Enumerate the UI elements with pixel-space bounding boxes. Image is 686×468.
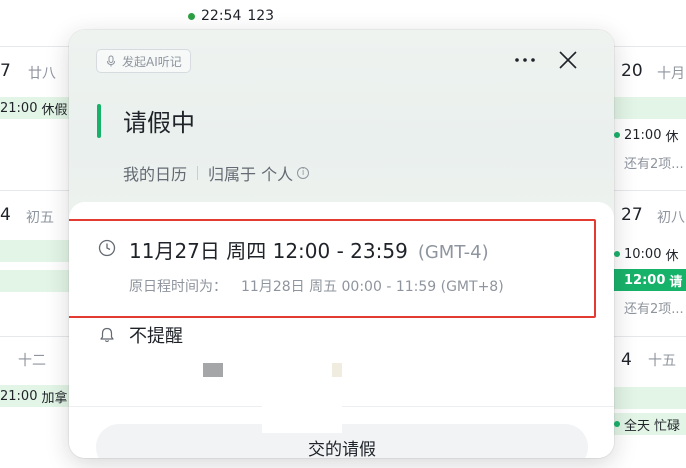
event-title: 休: [665, 129, 679, 145]
redaction-block: [262, 377, 342, 433]
event-meta: 我的日历 归属于 个人 i: [123, 161, 310, 185]
time-highlight-box: [69, 219, 596, 318]
event-title: 请: [669, 274, 683, 290]
owner-info[interactable]: 归属于 个人 i: [208, 161, 310, 185]
day-number[interactable]: 7: [0, 61, 11, 81]
grid-line: [614, 190, 686, 191]
calendar-event-bar[interactable]: [0, 240, 70, 262]
event-time: 21:00: [624, 127, 662, 143]
event-title: 请假中: [123, 109, 195, 137]
owner-label: 归属于 个人: [208, 165, 294, 184]
calendar-event[interactable]: 10:00 休: [614, 243, 686, 265]
event-title: 休假: [41, 102, 68, 118]
event-title: 休: [665, 248, 679, 264]
top-event[interactable]: 22:54 123: [188, 8, 274, 24]
original-time-value: 11月28日 周五 00:00 - 11:59 (GMT+8): [241, 279, 504, 295]
lunar-date: 十五: [648, 353, 676, 369]
grid-line: [0, 336, 70, 337]
close-icon: [559, 51, 577, 69]
calendar-name[interactable]: 我的日历: [123, 161, 187, 185]
reminder-setting[interactable]: 不提醒: [129, 322, 183, 348]
top-event-title: 123: [247, 8, 275, 24]
day-number[interactable]: 4: [0, 205, 11, 225]
original-time-label: 原日程时间为：: [129, 279, 227, 295]
lunar-date: 廿八: [28, 66, 56, 82]
calendar-event[interactable]: 21:00 休假: [0, 97, 70, 119]
leave-request-label: 交的请假: [308, 439, 376, 459]
more-events-link[interactable]: 还有2项...: [624, 298, 684, 317]
event-time: 10:00: [624, 246, 662, 262]
lunar-date: 十月: [657, 66, 685, 82]
event-dot: [614, 132, 620, 138]
meta-divider: [197, 166, 199, 180]
event-title: 加拿: [41, 390, 68, 406]
redaction-block: [332, 363, 342, 377]
calendar-event[interactable]: 21:00 加拿: [0, 385, 70, 407]
ai-transcribe-button[interactable]: 发起AI听记: [96, 49, 191, 73]
calendar-event-bar[interactable]: [614, 387, 686, 409]
grid-line: [614, 336, 686, 337]
event-color-bar: [97, 104, 101, 138]
clock-icon: [98, 239, 116, 257]
more-events-link[interactable]: 还有2项...: [624, 153, 684, 172]
event-time: 21:00: [0, 388, 38, 404]
info-icon[interactable]: i: [297, 167, 310, 179]
lunar-date: 初五: [26, 210, 54, 226]
leave-request-button[interactable]: 交的请假: [96, 424, 588, 458]
grid-line: [0, 46, 70, 47]
day-number[interactable]: 4: [621, 350, 632, 370]
calendar-event-bar[interactable]: [614, 97, 686, 119]
close-button[interactable]: [556, 48, 580, 72]
ai-transcribe-label: 发起AI听记: [122, 54, 182, 69]
popup-header: 发起AI听记 请假中 我的日历 归属于 个人 i: [69, 30, 614, 220]
lunar-date: 初八: [657, 210, 685, 226]
redaction-block: [203, 363, 223, 377]
grid-line: [0, 190, 70, 191]
calendar-event[interactable]: 21:00 休: [614, 124, 686, 146]
event-dot: [614, 421, 620, 427]
event-time-range: 11月27日 周四 12:00 - 23:59 (GMT-4): [129, 235, 489, 264]
event-time: 全天: [624, 418, 651, 434]
more-options-button[interactable]: [513, 50, 537, 70]
calendar-event-bar[interactable]: [0, 270, 70, 292]
timezone-label: (GMT-4): [417, 242, 489, 263]
calendar-event[interactable]: 全天 忙碌: [614, 413, 686, 435]
top-event-time: 22:54: [201, 8, 242, 24]
time-range-text: 11月27日 周四 12:00 - 23:59: [129, 239, 408, 263]
grid-line: [614, 46, 686, 47]
microphone-icon: [107, 55, 115, 67]
event-time: 21:00: [0, 100, 38, 116]
day-number[interactable]: 27: [621, 205, 643, 225]
day-number[interactable]: 20: [621, 61, 643, 81]
original-time: 原日程时间为： 11月28日 周五 00:00 - 11:59 (GMT+8): [129, 276, 504, 296]
calendar-event-selected[interactable]: 12:00 请: [614, 269, 686, 291]
lunar-date: 十二: [18, 353, 46, 369]
event-dot: [614, 251, 620, 257]
event-title: 忙碌: [654, 418, 681, 434]
bell-icon: [100, 327, 114, 343]
event-dot: [188, 12, 195, 20]
ellipsis-icon: [515, 58, 535, 62]
event-time: 12:00: [624, 272, 666, 288]
